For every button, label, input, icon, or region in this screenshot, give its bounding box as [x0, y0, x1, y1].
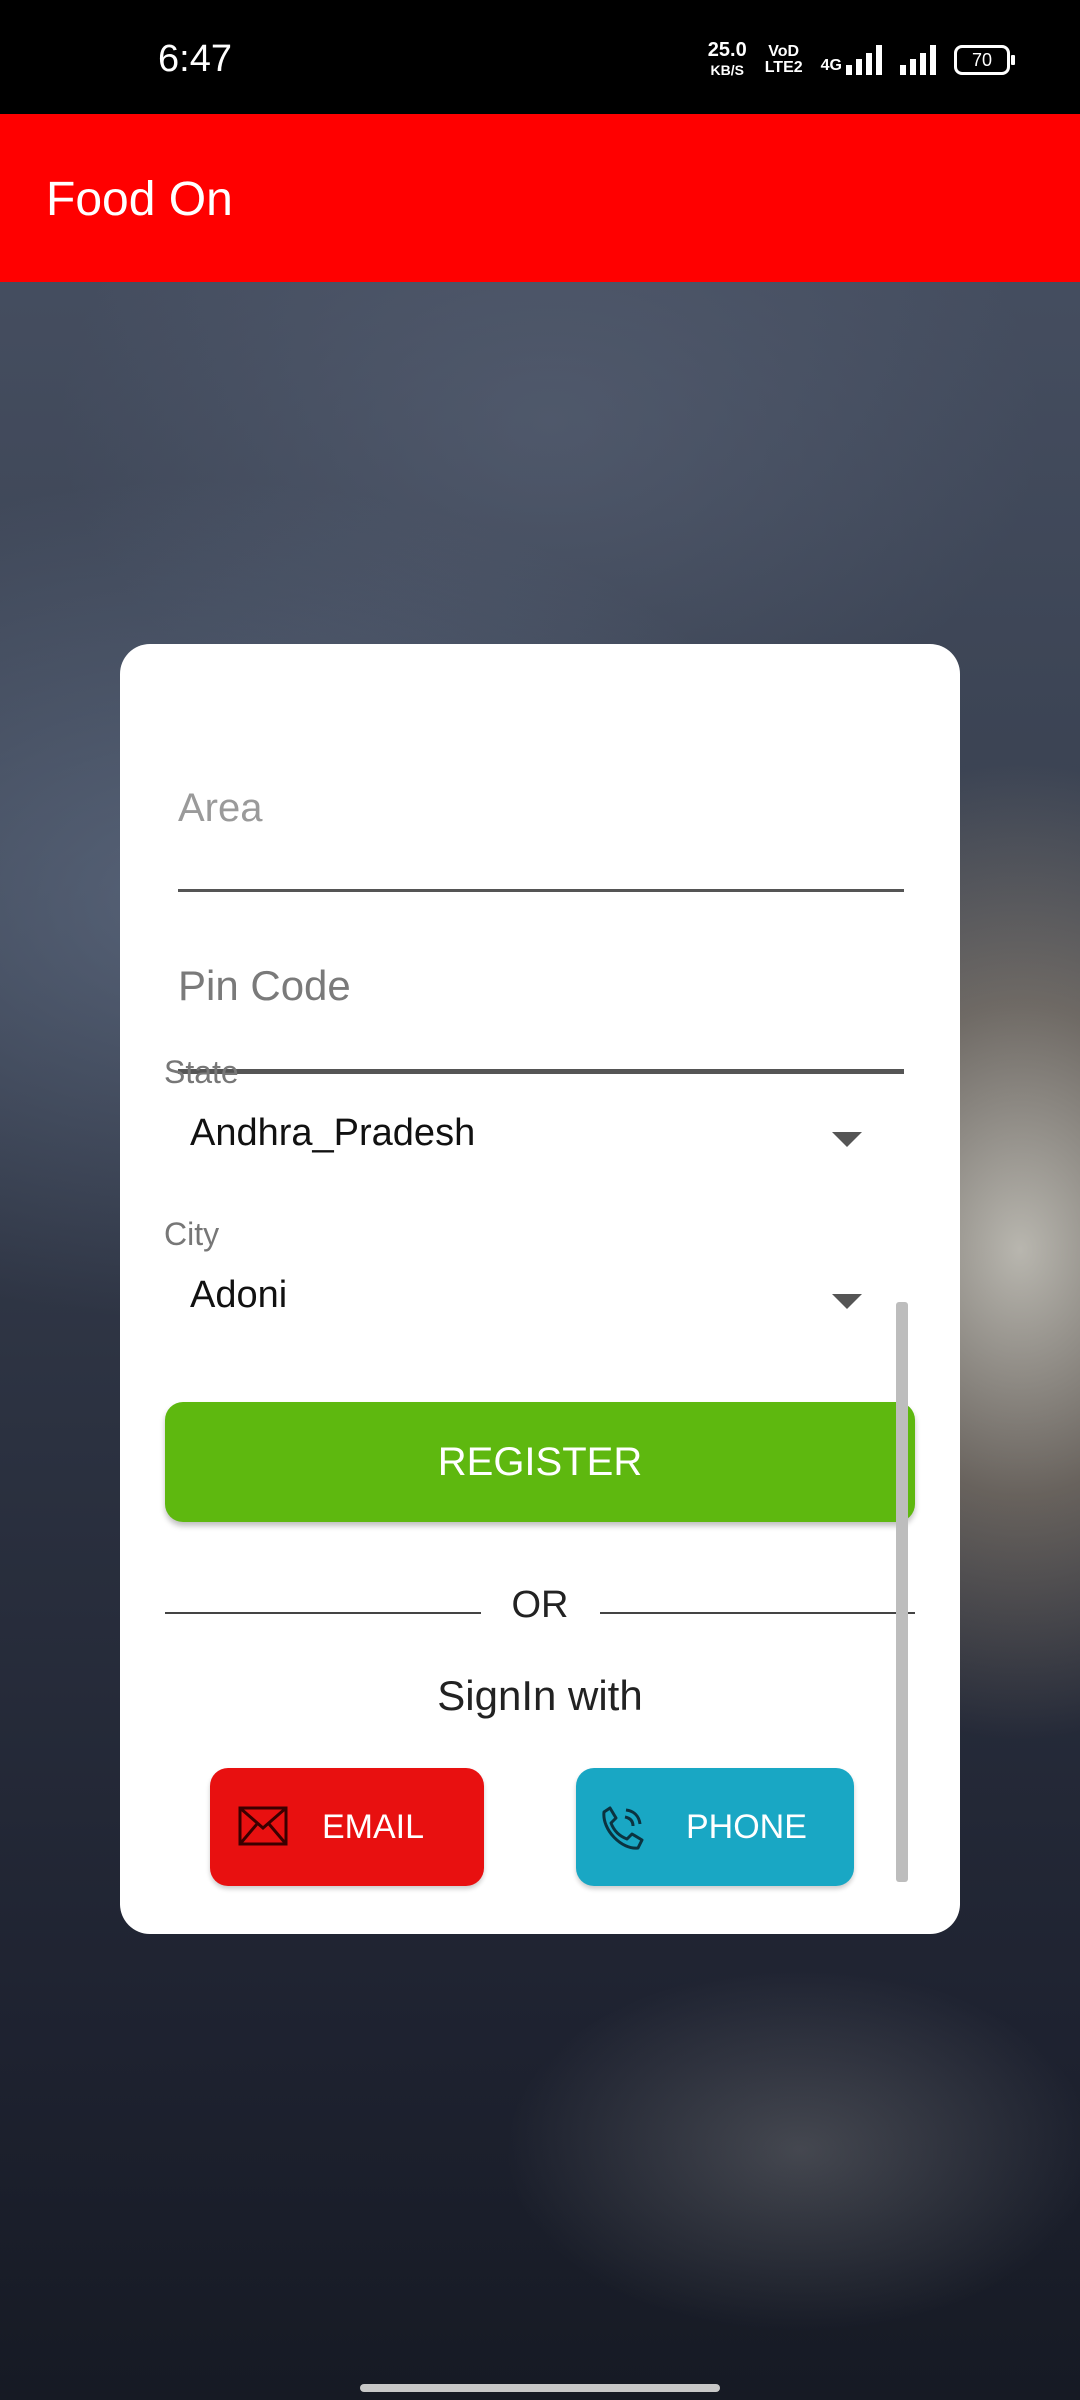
registration-card: Area Pin Code State Andhra_Pradesh City … — [120, 644, 960, 1934]
state-label: State — [164, 1054, 239, 1090]
city-dropdown[interactable]: Adoni — [164, 1262, 904, 1342]
area-placeholder: Area — [178, 786, 263, 830]
volte-indicator: VoD LTE2 — [765, 44, 803, 76]
or-text: OR — [511, 1584, 569, 1626]
status-bar: 6:47 25.0 KB/S VoD LTE2 4G 70 — [0, 0, 1080, 114]
phone-label: PHONE — [686, 1807, 807, 1846]
signal-4g-icon: 4G — [821, 45, 882, 75]
phone-icon — [596, 1802, 648, 1863]
city-value: Adoni — [190, 1274, 288, 1316]
app-title: Food On — [46, 173, 233, 226]
scrollbar[interactable] — [896, 1302, 908, 1882]
chevron-down-icon — [832, 1132, 862, 1147]
email-label: EMAIL — [322, 1807, 425, 1846]
home-indicator[interactable] — [360, 2384, 720, 2392]
pincode-placeholder: Pin Code — [178, 962, 351, 1009]
signal-strength-icon — [900, 45, 936, 75]
mail-icon — [238, 1806, 288, 1855]
area-field[interactable]: Area — [178, 784, 904, 894]
battery-icon: 70 — [954, 45, 1015, 75]
network-type: 4G — [820, 57, 842, 74]
signin-with-text: SignIn with — [437, 1672, 643, 1719]
status-time: 6:47 — [158, 38, 232, 80]
status-icons: 25.0 KB/S VoD LTE2 4G 70 — [708, 40, 1015, 80]
chevron-down-icon — [832, 1294, 862, 1309]
city-label: City — [164, 1216, 220, 1252]
area-underline — [178, 889, 904, 892]
network-speed-value: 25.0 — [707, 39, 747, 61]
email-signin-button[interactable]: EMAIL — [210, 1768, 484, 1886]
battery-level: 70 — [971, 49, 993, 70]
network-speed-unit: KB/S — [710, 62, 744, 78]
app-bar: Food On — [0, 114, 1080, 282]
volte-bottom: LTE2 — [764, 59, 803, 76]
state-dropdown[interactable]: Andhra_Pradesh — [164, 1100, 904, 1180]
register-button[interactable]: REGISTER — [165, 1402, 915, 1522]
divider-right — [600, 1612, 915, 1614]
pincode-field[interactable]: Pin Code — [178, 962, 904, 1074]
network-speed: 25.0 KB/S — [708, 40, 747, 80]
volte-top: VoD — [768, 43, 800, 60]
state-value: Andhra_Pradesh — [190, 1112, 476, 1154]
phone-signin-button[interactable]: PHONE — [576, 1768, 854, 1886]
pincode-underline — [178, 1069, 904, 1074]
